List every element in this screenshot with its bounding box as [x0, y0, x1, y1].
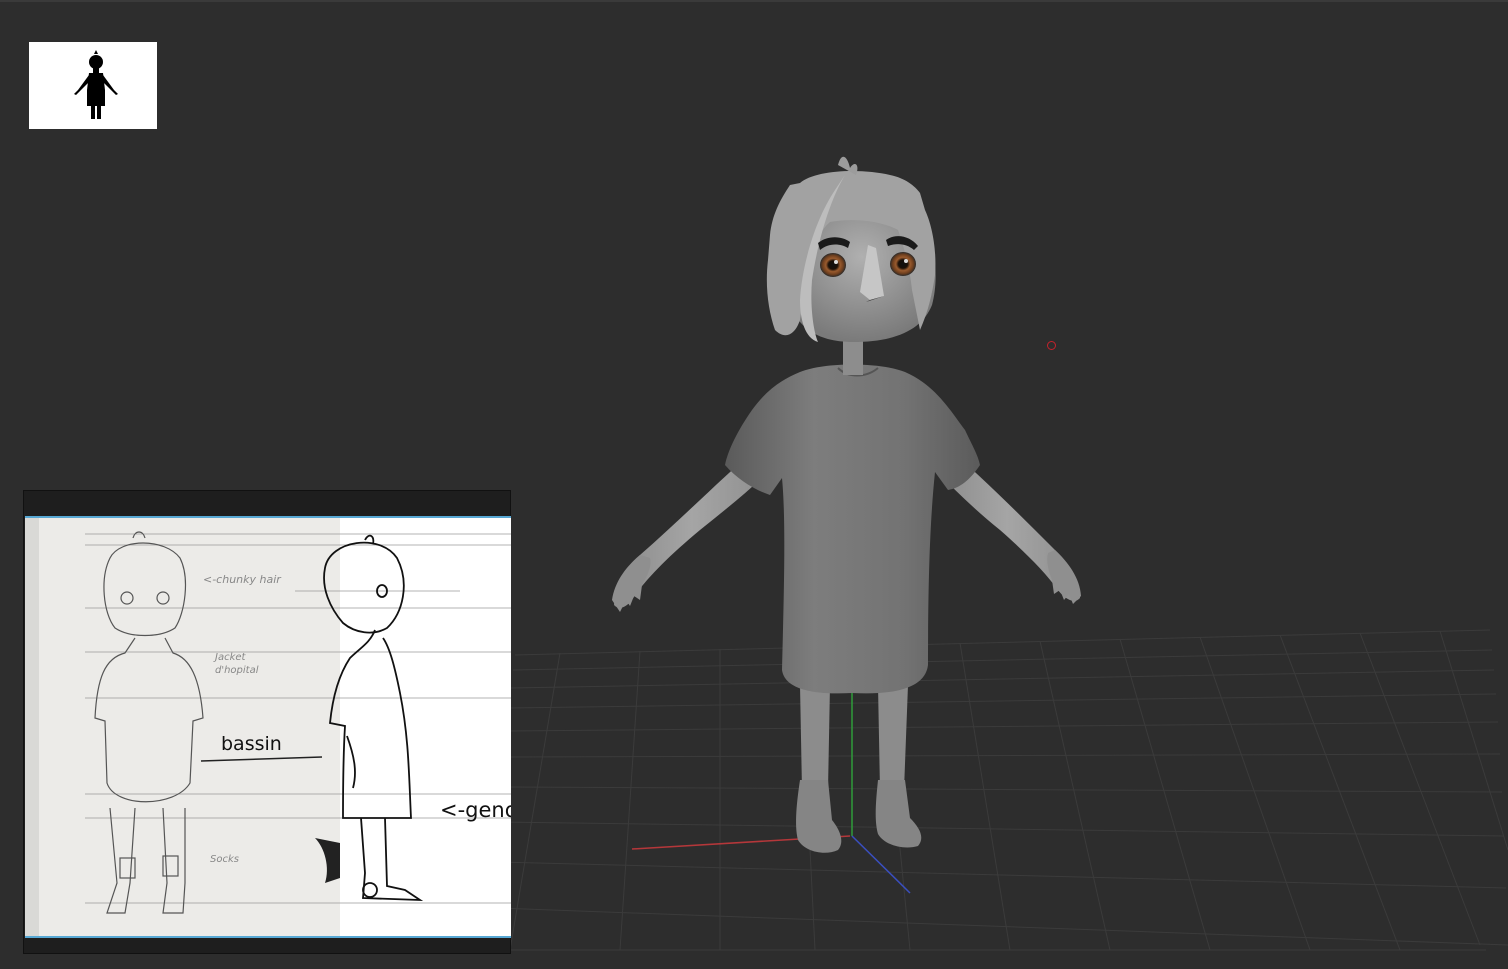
model-left-eye — [820, 253, 846, 277]
3d-viewport[interactable]: <-chunky hair Jacket d'hopital bassin <-… — [0, 0, 1508, 969]
model-left-foot — [796, 780, 842, 853]
annotation-hair: <-chunky hair — [203, 573, 281, 586]
character-silhouette-icon — [74, 50, 118, 119]
character-reference-sheet: <-chunky hair Jacket d'hopital bassin <-… — [25, 516, 511, 938]
3d-cursor[interactable] — [1047, 341, 1056, 350]
annotation-jacket: Jacket d'hopital — [215, 652, 259, 676]
model-right-eye — [890, 252, 916, 276]
annotation-socks: Socks — [210, 854, 239, 865]
model-left-leg — [800, 685, 830, 790]
model-right-leg — [878, 685, 908, 790]
annotation-genoux: <-genoux — [440, 798, 511, 822]
camera-view-navigator[interactable] — [29, 42, 157, 129]
model-left-hand — [612, 555, 651, 612]
model-dress — [725, 364, 980, 694]
model-right-foot — [875, 780, 922, 848]
model-right-hand — [1047, 550, 1081, 604]
reference-image-panel[interactable]: <-chunky hair Jacket d'hopital bassin <-… — [23, 490, 511, 954]
annotation-bassin: bassin — [221, 733, 282, 755]
